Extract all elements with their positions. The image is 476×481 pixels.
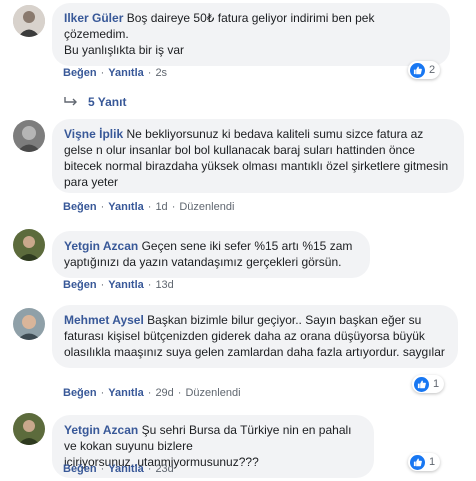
comment-actions: Beğen · Yanıtla · 23d (63, 463, 174, 475)
like-link[interactable]: Beğen (63, 67, 97, 79)
comment-actions: Beğen · Yanıtla · 1d · Düzenlendi (63, 201, 235, 213)
replies-count-label[interactable]: 5 Yanıt (88, 95, 126, 109)
timestamp[interactable]: 29d (155, 387, 173, 399)
thumbs-up-icon (410, 62, 425, 78)
reply-link[interactable]: Yanıtla (108, 201, 143, 213)
timestamp[interactable]: 23d (155, 463, 173, 475)
reaction-count[interactable]: 2 (408, 61, 441, 79)
timestamp[interactable]: 2s (155, 67, 167, 79)
comment-author[interactable]: Yetgin Azcan (64, 423, 138, 437)
comment-author[interactable]: Ilker Güler (64, 11, 123, 25)
reply-arrow-icon (64, 97, 77, 106)
comment-bubble: Yetgin Azcan Geçen sene iki sefer %15 ar… (52, 231, 370, 278)
reply-link[interactable]: Yanıtla (108, 279, 143, 291)
reply-link[interactable]: Yanıtla (108, 67, 143, 79)
reply-link[interactable]: Yanıtla (108, 387, 143, 399)
reaction-count[interactable]: 1 (408, 453, 441, 471)
comment-author[interactable]: Mehmet Aysel (64, 313, 144, 327)
comment-actions: Beğen · Yanıtla · 13d (63, 279, 174, 291)
reaction-number: 1 (429, 456, 436, 468)
avatar[interactable] (13, 5, 45, 37)
comment-author[interactable]: Yetgin Azcan (64, 239, 138, 253)
like-link[interactable]: Beğen (63, 387, 97, 399)
reaction-count[interactable]: 1 (412, 375, 445, 393)
reaction-number: 1 (433, 378, 440, 390)
like-link[interactable]: Beğen (63, 463, 97, 475)
reaction-number: 2 (429, 64, 436, 76)
like-link[interactable]: Beğen (63, 279, 97, 291)
edited-label[interactable]: Düzenlendi (179, 201, 234, 213)
avatar[interactable] (13, 413, 45, 445)
comment-bubble: Mehmet Aysel Başkan bizimle bilur geçiyo… (52, 305, 458, 368)
edited-label[interactable]: Düzenlendi (185, 387, 240, 399)
avatar[interactable] (13, 229, 45, 261)
reply-link[interactable]: Yanıtla (108, 463, 143, 475)
timestamp[interactable]: 13d (155, 279, 173, 291)
avatar[interactable] (13, 120, 45, 152)
comment-text-line-2: Bu yanlışlıkta bir iş var (64, 43, 185, 57)
avatar[interactable] (13, 308, 45, 340)
comment-bubble: Ilker Güler Boş daireye 50₺ fatura geliy… (52, 3, 450, 66)
timestamp[interactable]: 1d (155, 201, 167, 213)
comment-author[interactable]: Vişne İplik (64, 127, 123, 141)
comment-actions: Beğen · Yanıtla · 29d · Düzenlendi (63, 387, 241, 399)
thumbs-up-icon (414, 376, 429, 392)
comment-actions: Beğen · Yanıtla · 2s (63, 67, 168, 79)
thumbs-up-icon (410, 454, 425, 470)
like-link[interactable]: Beğen (63, 201, 97, 213)
view-replies-link[interactable]: 5 Yanıt (64, 95, 126, 109)
comment-bubble: Vişne İplik Ne bekliyorsunuz ki bedava k… (52, 119, 464, 193)
